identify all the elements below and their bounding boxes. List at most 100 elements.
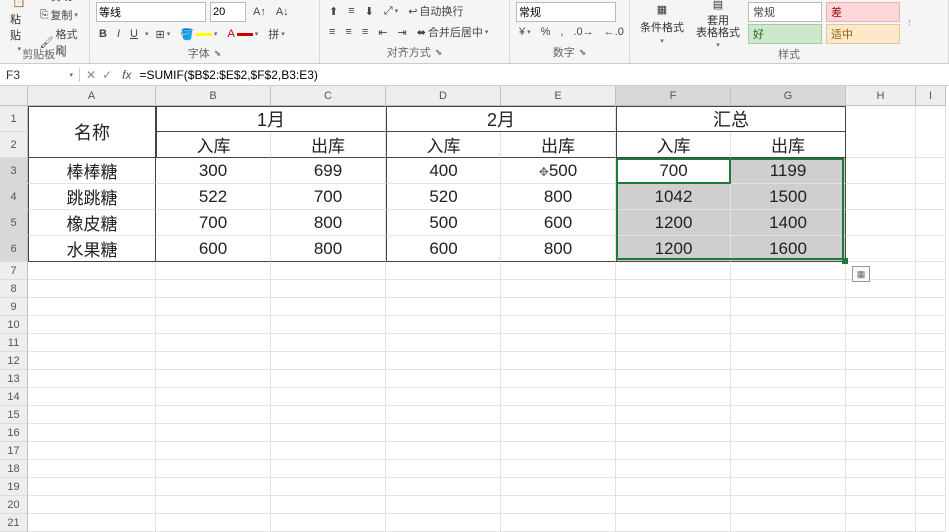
launcher-icon[interactable]: ⬊ — [214, 48, 222, 59]
empty-cell[interactable] — [616, 352, 731, 370]
data-name-0[interactable]: 棒棒糖 — [28, 158, 156, 184]
decrease-font-button[interactable]: A↓ — [273, 5, 292, 19]
empty-cell[interactable] — [731, 370, 846, 388]
header-out-1[interactable]: 出库 — [271, 132, 386, 158]
column-header-I[interactable]: I — [916, 86, 946, 106]
empty-cell[interactable] — [731, 460, 846, 478]
empty-cell[interactable] — [156, 514, 271, 532]
empty-cell[interactable] — [616, 406, 731, 424]
data-e-2[interactable]: 600 — [501, 210, 616, 236]
empty-cell[interactable] — [846, 460, 916, 478]
data-e-1[interactable]: 800 — [501, 184, 616, 210]
data-b-1[interactable]: 522 — [156, 184, 271, 210]
empty-cell[interactable] — [916, 370, 946, 388]
empty-cell[interactable] — [28, 442, 156, 460]
empty-cell[interactable] — [501, 280, 616, 298]
empty-cell[interactable] — [501, 478, 616, 496]
row-header-14[interactable]: 14 — [0, 388, 28, 406]
empty-cell[interactable] — [156, 262, 271, 280]
header-in-0[interactable]: 入库 — [156, 132, 271, 158]
empty-cell[interactable] — [156, 280, 271, 298]
empty-cell[interactable] — [271, 496, 386, 514]
row-header-15[interactable]: 15 — [0, 406, 28, 424]
empty-cell[interactable] — [616, 424, 731, 442]
row-header-10[interactable]: 10 — [0, 316, 28, 334]
column-header-H[interactable]: H — [846, 86, 916, 106]
empty-cell[interactable] — [731, 388, 846, 406]
copy-button[interactable]: ⎘复制▾ — [37, 6, 83, 24]
merge-center-button[interactable]: ⬌合并后居中▾ — [414, 23, 492, 41]
empty-cell[interactable] — [271, 316, 386, 334]
header-in-4[interactable]: 入库 — [616, 132, 731, 158]
column-header-D[interactable]: D — [386, 86, 501, 106]
empty-cell[interactable] — [271, 424, 386, 442]
empty-cell[interactable] — [501, 316, 616, 334]
header-in-2[interactable]: 入库 — [386, 132, 501, 158]
launcher-icon[interactable]: ⬊ — [579, 47, 587, 58]
empty-cell[interactable] — [386, 514, 501, 532]
empty-cell[interactable] — [501, 442, 616, 460]
empty-cell[interactable] — [916, 514, 946, 532]
empty-cell[interactable] — [616, 298, 731, 316]
data-g-1[interactable]: 1500 — [731, 184, 846, 210]
column-header-C[interactable]: C — [271, 86, 386, 106]
empty-cell[interactable] — [386, 262, 501, 280]
align-top-button[interactable]: ⬆ — [326, 4, 341, 19]
empty-cell[interactable] — [846, 370, 916, 388]
header-month2[interactable]: 2月 — [386, 106, 616, 132]
fx-icon[interactable]: fx — [118, 68, 135, 82]
empty-cell[interactable] — [386, 496, 501, 514]
empty-cell[interactable] — [916, 236, 946, 262]
italic-button[interactable]: I — [114, 27, 123, 41]
empty-cell[interactable] — [156, 352, 271, 370]
empty-cell[interactable] — [846, 442, 916, 460]
row-header-2[interactable]: 2 — [0, 132, 28, 158]
empty-cell[interactable] — [916, 352, 946, 370]
data-b-0[interactable]: 300 — [156, 158, 271, 184]
font-color-button[interactable]: A▾ — [224, 27, 261, 41]
empty-cell[interactable] — [916, 424, 946, 442]
column-header-E[interactable]: E — [501, 86, 616, 106]
comma-button[interactable]: , — [557, 25, 566, 39]
data-f-1[interactable]: 1042 — [616, 184, 731, 210]
data-d-0[interactable]: 400 — [386, 158, 501, 184]
launcher-icon[interactable]: ⬊ — [435, 47, 443, 58]
border-button[interactable]: ⊞▾ — [152, 27, 173, 42]
empty-cell[interactable] — [916, 316, 946, 334]
empty-cell[interactable] — [846, 280, 916, 298]
increase-indent-button[interactable]: ⇥ — [394, 25, 409, 40]
empty-cell[interactable] — [616, 262, 731, 280]
empty-cell[interactable] — [386, 370, 501, 388]
empty-cell[interactable] — [916, 210, 946, 236]
cell-style-neutral[interactable]: 适中 — [826, 24, 900, 44]
empty-cell[interactable] — [156, 442, 271, 460]
empty-cell[interactable] — [916, 460, 946, 478]
fill-handle[interactable] — [842, 258, 848, 264]
empty-cell[interactable] — [386, 388, 501, 406]
empty-cell[interactable] — [156, 334, 271, 352]
data-name-3[interactable]: 水果糖 — [28, 236, 156, 262]
cell-styles-more-button[interactable]: ⋮ — [906, 19, 913, 27]
font-name-select[interactable] — [96, 2, 206, 22]
empty-cell[interactable] — [28, 514, 156, 532]
empty-cell[interactable] — [271, 298, 386, 316]
empty-cell[interactable] — [846, 210, 916, 236]
row-header-16[interactable]: 16 — [0, 424, 28, 442]
data-name-2[interactable]: 橡皮糖 — [28, 210, 156, 236]
empty-cell[interactable] — [28, 316, 156, 334]
empty-cell[interactable] — [271, 478, 386, 496]
empty-cell[interactable] — [156, 496, 271, 514]
fill-color-button[interactable]: 🪣▾ — [177, 27, 220, 42]
empty-cell[interactable] — [156, 388, 271, 406]
data-f-2[interactable]: 1200 — [616, 210, 731, 236]
row-header-9[interactable]: 9 — [0, 298, 28, 316]
data-g-2[interactable]: 1400 — [731, 210, 846, 236]
empty-cell[interactable] — [501, 298, 616, 316]
empty-cell[interactable] — [616, 280, 731, 298]
empty-cell[interactable] — [271, 352, 386, 370]
empty-cell[interactable] — [846, 298, 916, 316]
empty-cell[interactable] — [271, 262, 386, 280]
cut-button[interactable]: ✂剪切 — [37, 0, 83, 5]
empty-cell[interactable] — [386, 298, 501, 316]
empty-cell[interactable] — [846, 184, 916, 210]
